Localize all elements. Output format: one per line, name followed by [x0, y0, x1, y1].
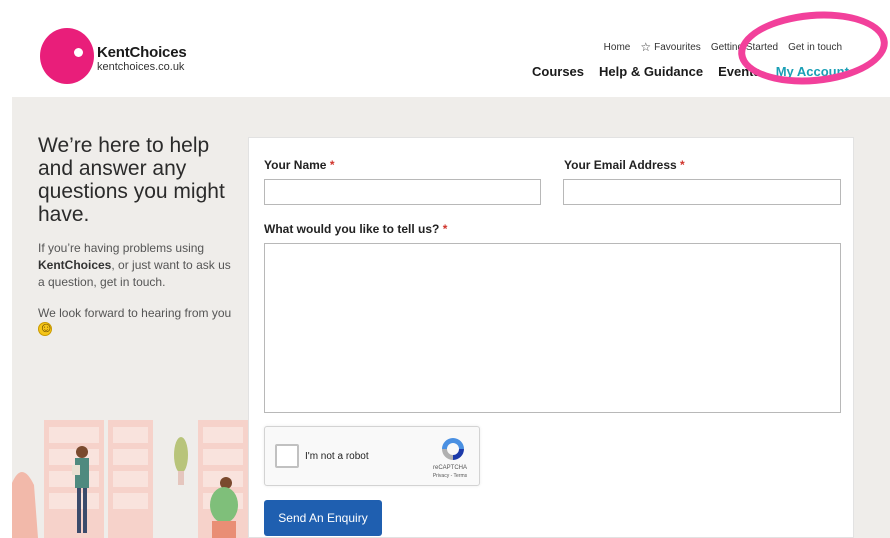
nav-favourites-label: Favourites	[654, 41, 701, 53]
nav-my-account[interactable]: My Account	[776, 64, 849, 79]
required-mark: *	[442, 222, 448, 236]
send-enquiry-button[interactable]: Send An Enquiry	[264, 500, 382, 536]
intro-heading: We’re here to help and answer any questi…	[38, 134, 225, 226]
email-input[interactable]	[563, 179, 841, 205]
logo-dot	[74, 48, 83, 57]
recaptcha-logo-icon	[442, 438, 464, 460]
logo-mark[interactable]	[40, 28, 94, 84]
email-label-text: Your Email Address	[564, 158, 677, 172]
star-icon: ☆	[640, 40, 652, 54]
recaptcha-widget: I'm not a robot reCAPTCHA Privacy - Term…	[264, 426, 480, 486]
intro-p1-pre: If you’re having problems using	[38, 241, 205, 255]
main-nav: Courses Help & Guidance Events My Accoun…	[532, 64, 849, 79]
smiley-face-icon	[38, 320, 53, 336]
utility-nav: Home ☆ Favourites Getting Started Get in…	[604, 41, 842, 53]
logo-subtitle: kentchoices.co.uk	[97, 61, 185, 73]
name-label: Your Name *	[264, 158, 334, 172]
message-label-text: What would you like to tell us?	[264, 222, 440, 236]
required-mark: *	[329, 158, 335, 172]
nav-getting-started-link[interactable]: Getting Started	[711, 41, 778, 53]
intro-paragraph: If you’re having problems using KentChoi…	[38, 240, 238, 291]
nav-help-guidance[interactable]: Help & Guidance	[599, 64, 703, 79]
intro-closing: We look forward to hearing from you	[38, 305, 238, 339]
recaptcha-brand: reCAPTCHA	[432, 465, 467, 471]
intro-panel: We’re here to help and answer any questi…	[38, 134, 238, 339]
message-label: What would you like to tell us? *	[264, 222, 447, 236]
recaptcha-checkbox[interactable]	[275, 444, 299, 468]
site-header: KentChoices kentchoices.co.uk Home ☆ Fav…	[0, 0, 890, 97]
email-label: Your Email Address *	[564, 158, 685, 172]
recaptcha-label: I'm not a robot	[305, 451, 369, 462]
intro-brand: KentChoices	[38, 258, 112, 272]
intro-closing-text: We look forward to hearing from you	[38, 306, 232, 320]
recaptcha-links[interactable]: Privacy - Terms	[425, 473, 475, 479]
message-textarea[interactable]	[264, 243, 841, 413]
name-label-text: Your Name	[264, 158, 327, 172]
nav-courses[interactable]: Courses	[532, 64, 584, 79]
nav-favourites-link[interactable]: ☆ Favourites	[640, 41, 700, 53]
enquiry-form-card: Your Name * Your Email Address * What wo…	[248, 137, 854, 538]
library-illustration	[12, 420, 248, 538]
nav-events[interactable]: Events	[718, 64, 761, 79]
nav-home-link[interactable]: Home	[604, 41, 631, 53]
nav-get-in-touch-link[interactable]: Get in touch	[788, 41, 842, 53]
logo-title[interactable]: KentChoices	[97, 44, 187, 61]
required-mark: *	[680, 158, 685, 172]
name-input[interactable]	[264, 179, 541, 205]
